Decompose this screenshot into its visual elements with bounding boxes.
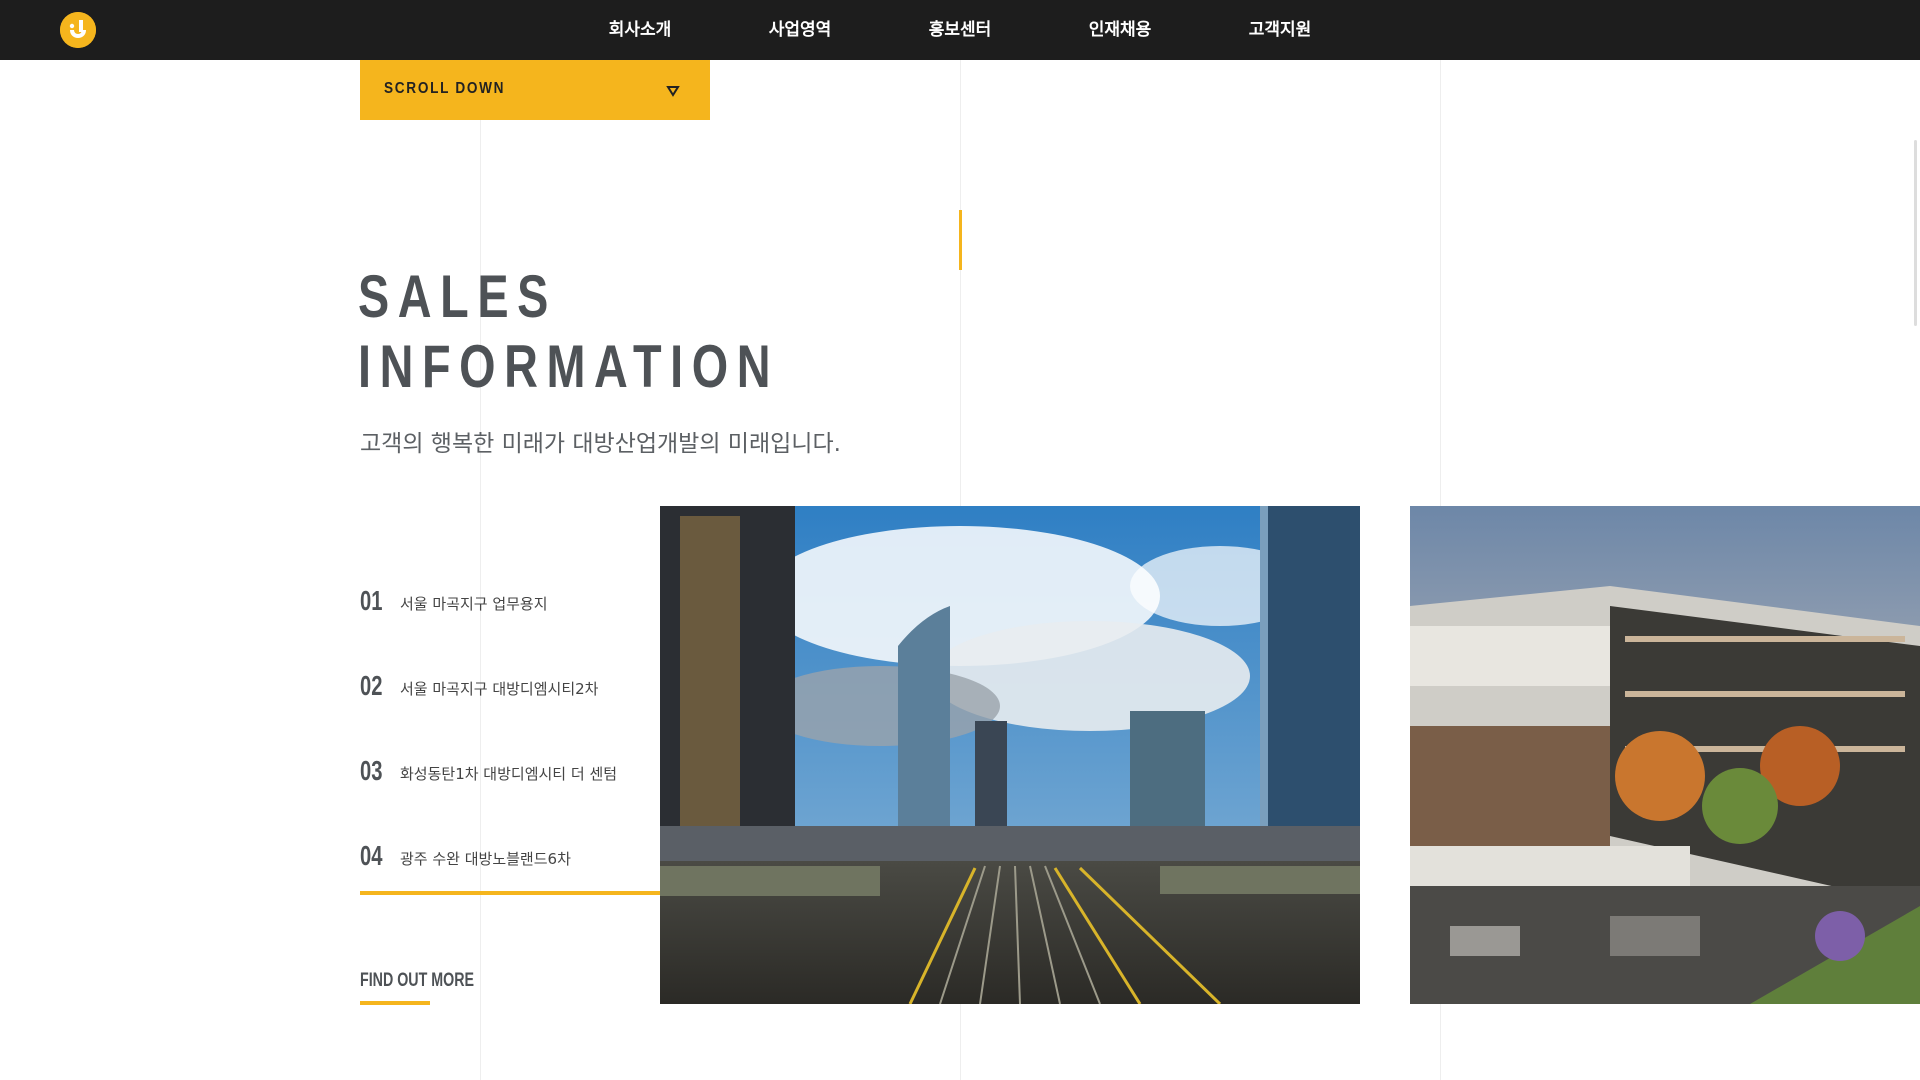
company-logo-icon[interactable] xyxy=(60,12,96,48)
section-title-line-2: INFORMATION xyxy=(358,333,780,400)
nav-item-careers[interactable]: 인재채용 xyxy=(1040,0,1200,60)
find-out-more-underline xyxy=(360,1001,430,1005)
find-out-more-link[interactable]: FIND OUT MORE xyxy=(360,970,474,992)
section-subtitle: 고객의 행복한 미래가 대방산업개발의 미래입니다. xyxy=(360,431,841,457)
main-nav: 회사소개 사업영역 홍보센터 인재채용 고객지원 xyxy=(560,0,1360,60)
scroll-down-label: SCROLL DOWN xyxy=(384,80,506,97)
list-item-text: 서울 마곡지구 업무용지 xyxy=(400,595,548,613)
nav-item-about[interactable]: 회사소개 xyxy=(560,0,720,60)
section-title-line-1: SALES xyxy=(358,263,557,330)
scroll-down-button[interactable]: SCROLL DOWN xyxy=(360,60,710,120)
list-item-number: 04 xyxy=(360,840,383,871)
site-header: 회사소개 사업영역 홍보센터 인재채용 고객지원 xyxy=(0,0,1920,60)
scrollbar-thumb[interactable] xyxy=(1914,140,1917,326)
nav-item-pr-center[interactable]: 홍보센터 xyxy=(880,0,1040,60)
list-item-number: 02 xyxy=(360,670,383,701)
city-skyline-image[interactable] xyxy=(660,506,1360,1004)
section-title: SALES INFORMATION xyxy=(358,262,779,402)
list-item-text: 광주 수완 대방노블랜드6차 xyxy=(400,850,571,868)
guide-line xyxy=(480,60,481,1080)
list-item-text: 서울 마곡지구 대방디엠시티2차 xyxy=(400,680,599,698)
apartment-complex-image[interactable] xyxy=(1410,506,1920,1004)
list-item-number: 01 xyxy=(360,585,383,616)
list-item-number: 03 xyxy=(360,755,383,786)
page: 회사소개 사업영역 홍보센터 인재채용 고객지원 SCROLL DOWN SAL… xyxy=(0,0,1920,1080)
nav-item-business[interactable]: 사업영역 xyxy=(720,0,880,60)
list-item-text: 화성동탄1차 대방디엠시티 더 센텀 xyxy=(400,765,618,783)
accent-line xyxy=(959,210,962,270)
nav-item-support[interactable]: 고객지원 xyxy=(1200,0,1360,60)
triangle-down-icon xyxy=(666,86,680,97)
